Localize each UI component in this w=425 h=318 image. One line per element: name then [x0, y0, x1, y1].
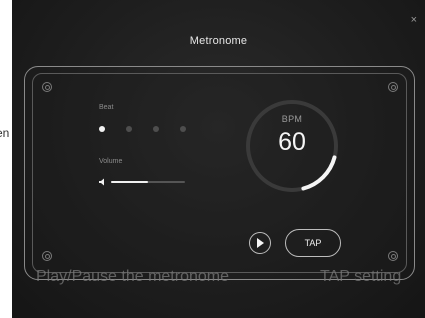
- close-icon[interactable]: ×: [411, 14, 417, 26]
- play-icon: [257, 238, 264, 248]
- beat-dot: [126, 126, 132, 132]
- play-caption: Play/Pause the metronome: [36, 268, 229, 285]
- beat-dot: [153, 126, 159, 132]
- corner-screw-icon: [42, 251, 52, 261]
- beat-dot: [99, 126, 105, 132]
- corner-screw-icon: [388, 251, 398, 261]
- tap-caption: TAP setting: [320, 268, 402, 285]
- bpm-value: 60: [278, 128, 306, 156]
- side-text: en: [0, 126, 10, 140]
- beat-indicator[interactable]: [99, 126, 186, 132]
- play-button[interactable]: [249, 232, 271, 254]
- dialog-title: Metronome: [189, 35, 248, 47]
- bpm-dial-arc: [301, 155, 337, 191]
- beat-label: Beat: [99, 104, 114, 111]
- volume-slider-fill: [111, 181, 148, 183]
- stage: en × Metronome Beat Volume BPM 60 TA: [0, 0, 425, 318]
- corner-screw-icon: [42, 82, 52, 92]
- speaker-icon: [99, 178, 104, 186]
- frame-inner-panel: [32, 73, 407, 273]
- tap-button[interactable]: TAP: [285, 229, 341, 257]
- corner-screw-icon: [388, 82, 398, 92]
- beat-dot: [180, 126, 186, 132]
- volume-slider[interactable]: [111, 181, 185, 183]
- bpm-label: BPM: [281, 114, 303, 124]
- volume-label: Volume: [99, 158, 123, 165]
